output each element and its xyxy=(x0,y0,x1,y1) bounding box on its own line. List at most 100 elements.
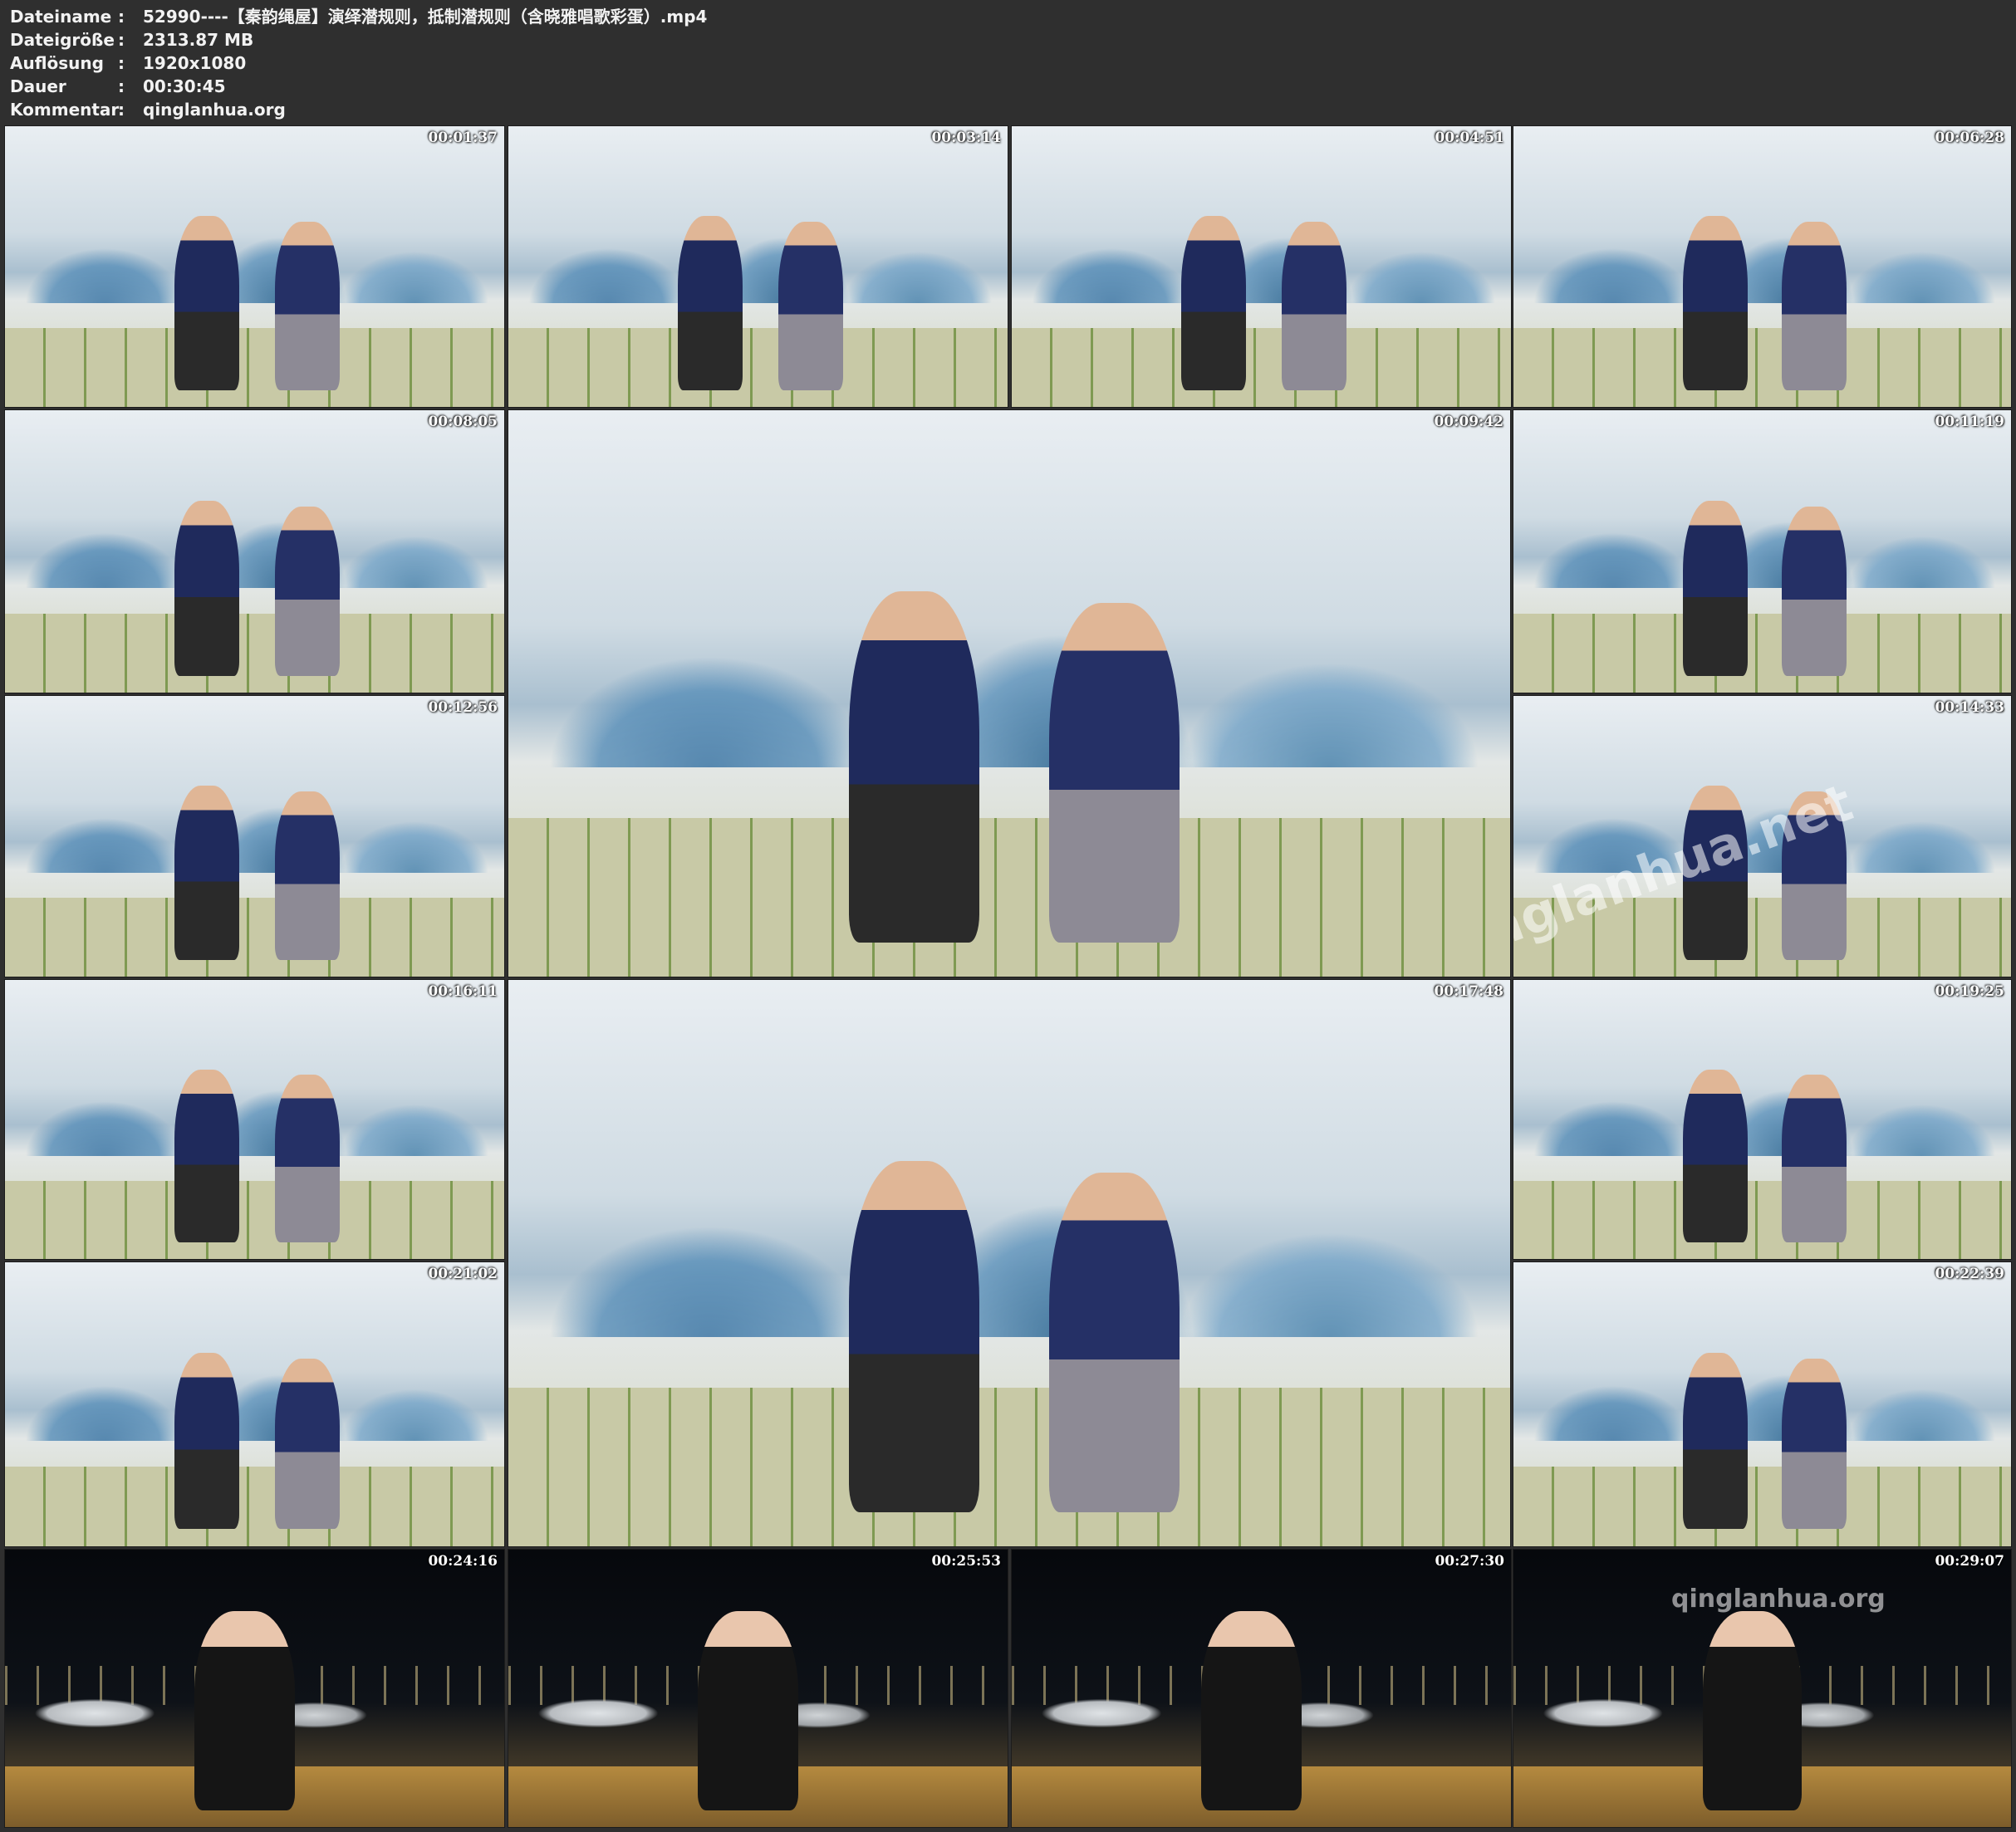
person-figure xyxy=(1049,602,1180,943)
person-figure xyxy=(1682,216,1748,390)
mountain-mural xyxy=(1513,1030,2011,1156)
info-value: 2313.87 MB xyxy=(143,30,254,50)
mountain-mural xyxy=(1513,1313,2011,1442)
tatami-floor xyxy=(5,328,504,407)
video-thumbnail: 00:06:28 xyxy=(1513,125,2012,408)
thumbnail-timestamp: 00:29:07 xyxy=(1935,1553,2004,1570)
info-separator: : xyxy=(118,30,125,50)
person-figure xyxy=(1782,1075,1847,1242)
person-figure xyxy=(274,1075,340,1242)
info-separator: : xyxy=(118,100,125,120)
person-figure xyxy=(274,791,340,960)
mountain-mural xyxy=(5,1313,504,1442)
singer-figure xyxy=(1702,1610,1803,1810)
mountain-mural xyxy=(1012,176,1511,303)
person-figure xyxy=(1049,1172,1180,1513)
video-thumbnail: 00:17:48 xyxy=(508,979,1511,1547)
person-figure xyxy=(1782,1359,1847,1530)
person-figure xyxy=(1782,506,1847,676)
info-key: Dateiname xyxy=(10,7,112,27)
video-thumbnail: 00:24:16 xyxy=(4,1549,505,1828)
person-figure xyxy=(1682,500,1748,676)
thumbnail-timestamp: 00:04:51 xyxy=(1435,130,1504,146)
thumbnail-timestamp: 00:17:48 xyxy=(1434,983,1503,1000)
tatami-floor xyxy=(1513,1467,2011,1546)
video-thumbnail: 00:19:25 xyxy=(1513,979,2012,1260)
person-figure xyxy=(777,221,843,390)
video-thumbnail: 00:27:30 xyxy=(1011,1549,1512,1828)
mountain-mural xyxy=(5,461,504,589)
tatami-floor xyxy=(1513,328,2011,407)
video-thumbnail: 00:08:05 xyxy=(4,409,505,693)
info-value: 1920x1080 xyxy=(143,53,247,73)
video-thumbnail: 00:25:53 xyxy=(508,1549,1008,1828)
tatami-floor xyxy=(5,1180,504,1259)
thumbnail-timestamp: 00:03:14 xyxy=(931,130,1001,146)
person-figure xyxy=(174,1353,240,1530)
info-separator: : xyxy=(118,53,125,73)
person-figure xyxy=(174,500,240,676)
person-figure xyxy=(849,591,979,943)
tatami-floor xyxy=(508,1388,1510,1546)
person-figure xyxy=(274,1359,340,1530)
video-thumbnail: 00:12:56 xyxy=(4,695,505,977)
mountain-mural xyxy=(5,1030,504,1156)
video-thumbnail: 00:16:11 xyxy=(4,979,505,1260)
info-row-duration: Dauer : 00:30:45 xyxy=(10,75,707,98)
mountain-mural xyxy=(1513,461,2011,589)
tatami-floor xyxy=(5,898,504,977)
info-key: Kommentar xyxy=(10,100,120,120)
info-row-filesize: Dateigröße : 2313.87 MB xyxy=(10,28,707,51)
tatami-floor xyxy=(5,1467,504,1546)
info-row-resolution: Auflösung : 1920x1080 xyxy=(10,51,707,75)
thumbnail-timestamp: 00:11:19 xyxy=(1935,414,2004,430)
video-thumbnail: 00:29:07 qinglanhua.org xyxy=(1513,1549,2012,1828)
thumbnail-timestamp: 00:06:28 xyxy=(1935,130,2004,146)
mountain-mural xyxy=(5,746,504,873)
thumbnail-timestamp: 00:08:05 xyxy=(428,414,498,430)
mountain-mural xyxy=(5,176,504,303)
person-figure xyxy=(174,1069,240,1242)
person-figure xyxy=(1782,221,1847,390)
thumbnail-timestamp: 00:22:39 xyxy=(1935,1266,2004,1282)
thumbnail-timestamp: 00:14:33 xyxy=(1935,699,2004,716)
thumbnail-timestamp: 00:24:16 xyxy=(428,1553,498,1570)
person-figure xyxy=(174,786,240,960)
person-figure xyxy=(1281,221,1346,390)
video-thumbnail: 00:09:42 xyxy=(508,409,1511,977)
person-figure xyxy=(1181,216,1247,390)
video-thumbnail: 00:21:02 xyxy=(4,1261,505,1547)
thumbnail-timestamp: 00:25:53 xyxy=(931,1553,1001,1570)
tatami-floor xyxy=(1513,613,2011,693)
singer-figure xyxy=(1201,1610,1302,1810)
person-figure xyxy=(1682,1353,1748,1530)
person-figure xyxy=(174,216,240,390)
video-thumbnail: 00:01:37 xyxy=(4,125,505,408)
thumbnail-timestamp: 00:09:42 xyxy=(1434,414,1503,430)
info-row-filename: Dateiname : 52990----【秦韵绳屋】演绎潜规则，抵制潜规则（含… xyxy=(10,5,707,28)
info-key: Auflösung xyxy=(10,53,104,73)
video-thumbnail: 00:11:19 xyxy=(1513,409,2012,693)
file-info-panel: Dateiname : 52990----【秦韵绳屋】演绎潜规则，抵制潜规则（含… xyxy=(10,5,707,121)
mountain-mural xyxy=(1513,176,2011,303)
info-separator: : xyxy=(118,7,125,27)
thumbnail-timestamp: 00:12:56 xyxy=(428,699,498,716)
thumbnail-timestamp: 00:21:02 xyxy=(428,1266,498,1282)
mountain-mural xyxy=(508,512,1510,767)
info-value: 00:30:45 xyxy=(143,76,226,96)
singer-figure xyxy=(698,1610,798,1810)
person-figure xyxy=(849,1161,979,1513)
info-key: Dauer xyxy=(10,76,66,96)
thumbnail-timestamp: 00:19:25 xyxy=(1935,983,2004,1000)
thumbnail-timestamp: 00:27:30 xyxy=(1435,1553,1504,1570)
singer-figure xyxy=(194,1610,295,1810)
video-thumbnail: 00:04:51 xyxy=(1011,125,1512,408)
info-value: 52990----【秦韵绳屋】演绎潜规则，抵制潜规则（含晓雅唱歌彩蛋）.mp4 xyxy=(143,7,708,27)
tatami-floor xyxy=(5,613,504,693)
watermark-text: qinglanhua.org xyxy=(1671,1585,1886,1614)
tatami-floor xyxy=(508,818,1510,977)
thumbnail-timestamp: 00:01:37 xyxy=(428,130,498,146)
video-thumbnail: 00:22:39 xyxy=(1513,1261,2012,1547)
info-separator: : xyxy=(118,76,125,96)
tatami-floor xyxy=(508,328,1008,407)
